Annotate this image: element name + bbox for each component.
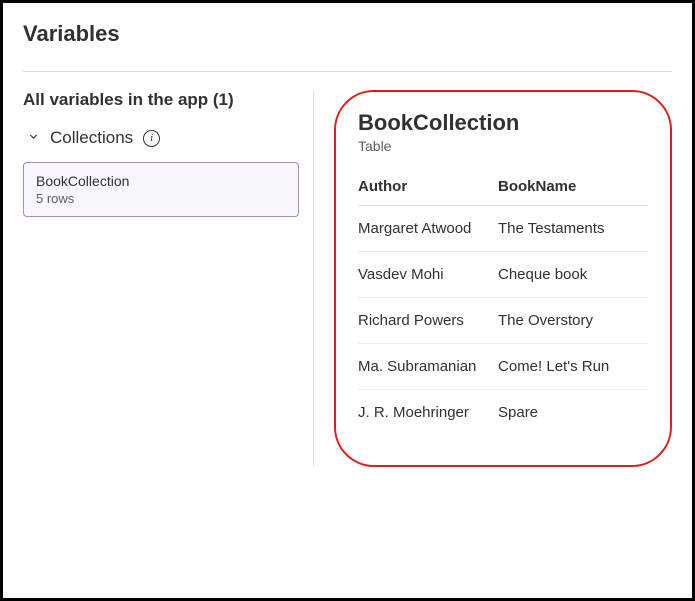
table-header: Author BookName [358,178,648,206]
table-row: J. R. Moehringer Spare [358,390,648,435]
cell-bookname: The Overstory [498,312,648,329]
cell-bookname: The Testaments [498,220,648,237]
cell-author: Margaret Atwood [358,220,498,237]
content-region: All variables in the app (1) Collections… [23,90,672,467]
variable-card-rowcount: 5 rows [36,191,286,206]
cell-author: Ma. Subramanian [358,358,498,375]
cell-author: J. R. Moehringer [358,404,498,421]
cell-author: Vasdev Mohi [358,266,498,283]
all-variables-heading: All variables in the app (1) [23,90,313,110]
cell-bookname: Spare [498,404,648,421]
column-header-bookname[interactable]: BookName [498,178,648,195]
collections-label: Collections [50,128,133,148]
page-title: Variables [23,21,672,47]
table-row: Vasdev Mohi Cheque book [358,252,648,298]
left-panel: All variables in the app (1) Collections… [23,90,313,467]
right-panel: BookCollection Table Author BookName Mar… [313,90,672,467]
cell-bookname: Cheque book [498,266,648,283]
detail-title: BookCollection [358,110,648,136]
info-icon[interactable]: i [143,130,160,147]
table-row: Ma. Subramanian Come! Let's Run [358,344,648,390]
cell-author: Richard Powers [358,312,498,329]
divider [23,71,672,72]
variable-card[interactable]: BookCollection 5 rows [23,162,299,217]
chevron-down-icon [27,130,40,146]
detail-callout: BookCollection Table Author BookName Mar… [334,90,672,467]
cell-bookname: Come! Let's Run [498,358,648,375]
table-row: Margaret Atwood The Testaments [358,206,648,252]
column-header-author[interactable]: Author [358,178,498,195]
collections-section-header[interactable]: Collections i [23,124,313,162]
detail-type: Table [358,138,648,154]
table-row: Richard Powers The Overstory [358,298,648,344]
variable-card-name: BookCollection [36,173,286,189]
